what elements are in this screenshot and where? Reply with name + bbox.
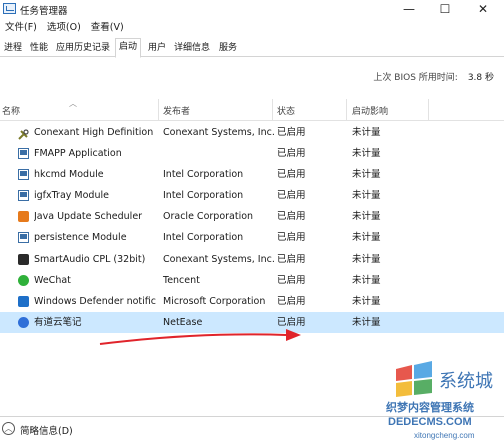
row-publisher: Conexant Systems, Inc. xyxy=(163,253,275,265)
menu-file[interactable]: 文件(F) xyxy=(0,20,42,36)
row-impact: 未计量 xyxy=(352,169,381,181)
row-name: hkcmd Module xyxy=(34,169,104,181)
site-watermark: 系统城 织梦内容管理系统 DEDECMS.COM xitongcheng.com xyxy=(384,361,504,441)
row-name: Windows Defender notific... xyxy=(34,295,157,307)
tab-strip: 进程 性能 应用历史记录 启动 用户 详细信息 服务 xyxy=(0,38,504,58)
app-window-icon xyxy=(18,232,29,244)
table-row[interactable]: Conexant High Definition ... Conexant Sy… xyxy=(0,122,504,143)
row-impact: 未计量 xyxy=(352,316,381,328)
column-divider[interactable] xyxy=(158,99,159,121)
row-publisher: Oracle Corporation xyxy=(163,211,254,223)
smartaudio-icon xyxy=(18,253,29,265)
table-row[interactable]: igfxTray Module Intel Corporation 已启用 未计… xyxy=(0,185,504,206)
java-icon xyxy=(18,211,29,223)
row-publisher: Intel Corporation xyxy=(163,169,244,181)
column-header: 名称 发布者 状态 启动影响 xyxy=(0,99,504,121)
row-name: FMAPP Application xyxy=(34,148,122,160)
tab-users[interactable]: 用户 xyxy=(144,39,170,57)
bios-time-label: 上次 BIOS 所用时间: xyxy=(373,73,458,83)
row-impact: 未计量 xyxy=(352,211,381,223)
row-status: 已启用 xyxy=(277,148,306,160)
row-name: persistence Module xyxy=(34,232,127,244)
table-row[interactable]: FMAPP Application 已启用 未计量 xyxy=(0,143,504,164)
row-impact: 未计量 xyxy=(352,295,381,307)
app-window-icon xyxy=(18,190,29,202)
row-publisher: Microsoft Corporation xyxy=(163,295,266,307)
row-impact: 未计量 xyxy=(352,148,381,160)
row-name: SmartAudio CPL (32bit) xyxy=(34,253,146,265)
table-row[interactable]: Java Update Scheduler Oracle Corporation… xyxy=(0,206,504,227)
column-divider[interactable] xyxy=(272,99,273,121)
row-status: 已启用 xyxy=(277,190,306,202)
row-status: 已启用 xyxy=(277,295,306,307)
column-publisher[interactable]: 发布者 xyxy=(163,104,190,117)
menu-bar: 文件(F) 选项(O) 查看(V) xyxy=(0,20,129,36)
row-status: 已启用 xyxy=(277,232,306,244)
tab-app-history[interactable]: 应用历史记录 xyxy=(52,39,114,57)
watermark-url: xitongcheng.com xyxy=(414,431,475,440)
row-publisher: Tencent xyxy=(163,274,200,286)
minimize-button[interactable]: — xyxy=(392,0,426,18)
row-status: 已启用 xyxy=(277,169,306,181)
table-row[interactable]: WeChat Tencent 已启用 未计量 xyxy=(0,270,504,291)
defender-icon xyxy=(18,295,29,307)
table-row[interactable]: hkcmd Module Intel Corporation 已启用 未计量 xyxy=(0,164,504,185)
fewer-details-button[interactable]: 简略信息(D) xyxy=(20,423,73,437)
row-status: 已启用 xyxy=(277,127,306,138)
row-name: Conexant High Definition ... xyxy=(34,127,157,138)
menu-options[interactable]: 选项(O) xyxy=(42,20,86,36)
row-impact: 未计量 xyxy=(352,253,381,265)
row-publisher: Intel Corporation xyxy=(163,232,244,244)
app-window-icon xyxy=(18,169,29,181)
row-status: 已启用 xyxy=(277,211,306,223)
watermark-line1: 织梦内容管理系统 xyxy=(386,400,474,414)
column-status[interactable]: 状态 xyxy=(277,104,295,117)
menu-view[interactable]: 查看(V) xyxy=(86,20,129,36)
watermark-logo-icon: 系统城 织梦内容管理系统 DEDECMS.COM xitongcheng.com xyxy=(386,361,493,440)
wechat-icon xyxy=(18,274,29,286)
column-impact[interactable]: 启动影响 xyxy=(352,104,388,117)
table-row[interactable]: SmartAudio CPL (32bit) Conexant Systems,… xyxy=(0,249,504,270)
column-divider[interactable] xyxy=(346,99,347,121)
tab-performance[interactable]: 性能 xyxy=(26,39,52,57)
row-impact: 未计量 xyxy=(352,190,381,202)
column-divider[interactable] xyxy=(428,99,429,121)
startup-list: Conexant High Definition ... Conexant Sy… xyxy=(0,122,504,333)
collapse-up-icon[interactable]: ︿ xyxy=(2,422,15,435)
row-impact: 未计量 xyxy=(352,274,381,286)
task-manager-icon xyxy=(3,3,16,14)
table-row[interactable]: Windows Defender notific... Microsoft Co… xyxy=(0,291,504,312)
watermark-brand: 系统城 xyxy=(439,371,493,391)
tab-services[interactable]: 服务 xyxy=(215,39,241,57)
window-title: 任务管理器 xyxy=(20,6,68,17)
row-impact: 未计量 xyxy=(352,232,381,244)
column-name[interactable]: 名称 xyxy=(2,104,20,117)
close-button[interactable]: ✕ xyxy=(466,0,500,18)
tab-startup[interactable]: 启动 xyxy=(115,38,142,58)
row-name: Java Update Scheduler xyxy=(34,211,143,223)
bios-time: 上次 BIOS 所用时间: 3.8 秒 xyxy=(373,70,494,83)
red-arrow-annotation xyxy=(99,329,301,345)
bios-time-value: 3.8 秒 xyxy=(467,73,494,83)
youdao-note-icon xyxy=(18,316,29,328)
title-bar: 任务管理器 — ☐ ✕ xyxy=(0,0,504,18)
watermark-line2: DEDECMS.COM xyxy=(388,416,472,428)
row-name: WeChat xyxy=(34,274,71,286)
conexant-tools-icon xyxy=(18,127,29,140)
table-row[interactable]: persistence Module Intel Corporation 已启用… xyxy=(0,227,504,248)
row-status: 已启用 xyxy=(277,253,306,265)
row-publisher: Conexant Systems, Inc. xyxy=(163,127,275,138)
row-impact: 未计量 xyxy=(352,127,381,138)
row-status: 已启用 xyxy=(277,274,306,286)
row-publisher: Intel Corporation xyxy=(163,190,244,202)
tab-details[interactable]: 详细信息 xyxy=(170,39,214,57)
app-window-icon xyxy=(18,148,29,160)
maximize-button[interactable]: ☐ xyxy=(428,0,462,18)
tab-processes[interactable]: 进程 xyxy=(0,39,26,57)
row-name: igfxTray Module xyxy=(34,190,109,202)
